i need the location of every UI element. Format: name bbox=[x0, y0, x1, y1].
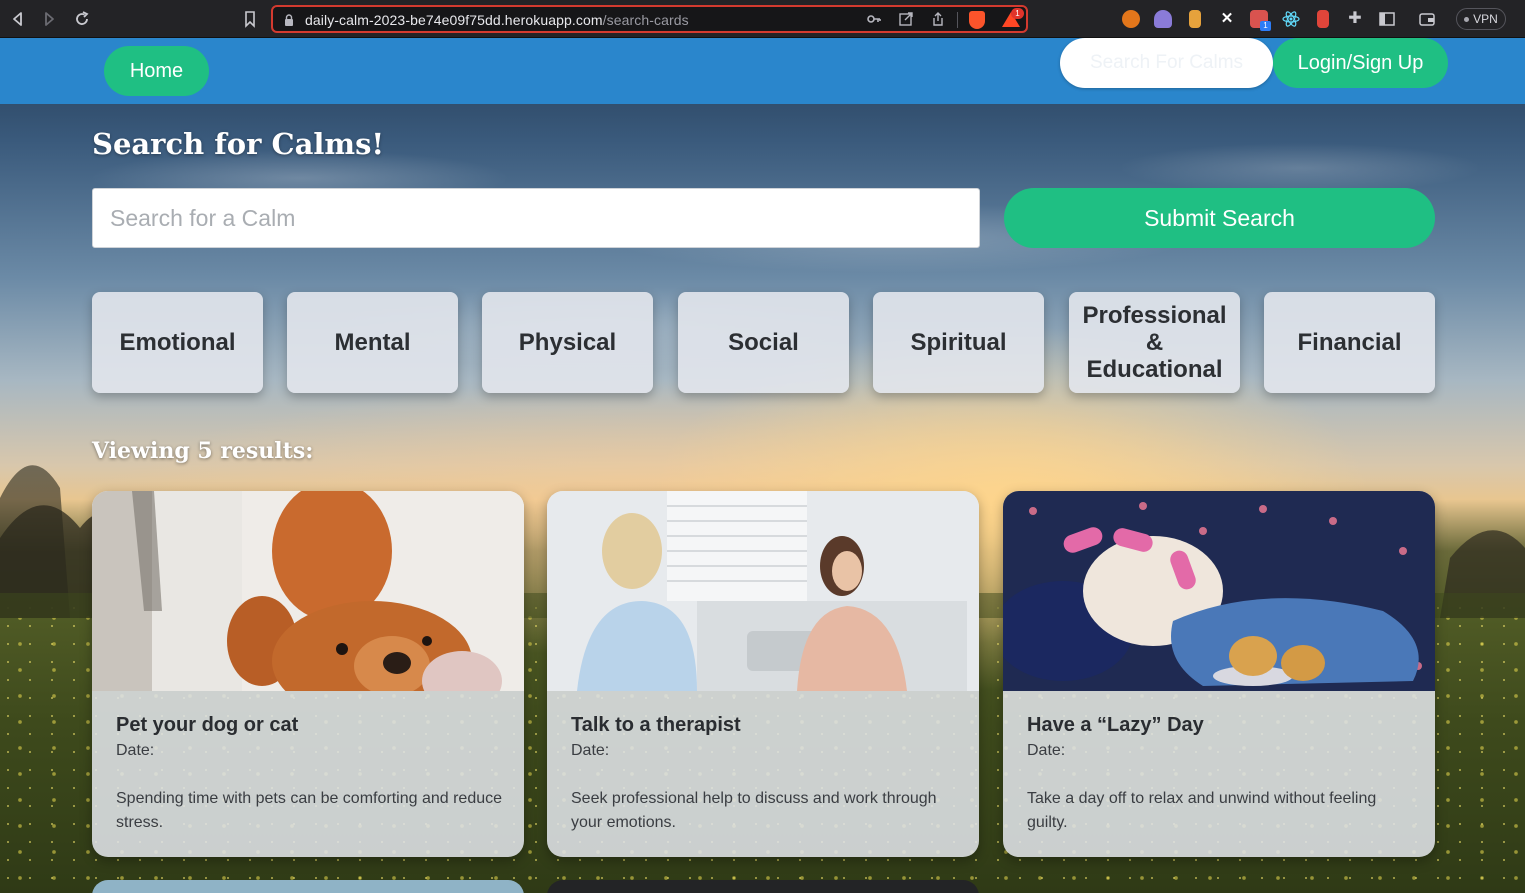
category-spiritual[interactable]: Spiritual bbox=[873, 292, 1044, 393]
url-text: daily-calm-2023-be74e09f75dd.herokuapp.c… bbox=[305, 12, 689, 28]
extensions-puzzle-icon[interactable]: ✚ bbox=[1346, 10, 1364, 28]
search-calms-nav-button[interactable]: Search For Calms bbox=[1060, 38, 1273, 88]
card-description: Seek professional help to discuss and wo… bbox=[571, 790, 937, 831]
address-bar[interactable]: daily-calm-2023-be74e09f75dd.herokuapp.c… bbox=[271, 5, 1028, 33]
url-host: daily-calm-2023-be74e09f75dd.herokuapp.c… bbox=[305, 12, 603, 28]
category-social[interactable]: Social bbox=[678, 292, 849, 393]
react-devtools-icon[interactable] bbox=[1282, 10, 1300, 28]
calm-card[interactable]: Have a “Lazy” Day Date: Take a day off t… bbox=[1003, 491, 1435, 857]
calm-card[interactable]: Pet your dog or cat Date: Spending time … bbox=[92, 491, 524, 857]
card-date: Date: bbox=[116, 742, 155, 759]
card-date: Date: bbox=[1027, 742, 1066, 759]
category-financial[interactable]: Financial bbox=[1264, 292, 1435, 393]
card-date: Date: bbox=[571, 742, 610, 759]
submit-search-button[interactable]: Submit Search bbox=[1004, 188, 1435, 248]
extension-icon[interactable] bbox=[1189, 10, 1201, 28]
category-professional-educational[interactable]: Professional & Educational bbox=[1069, 292, 1240, 393]
category-emotional[interactable]: Emotional bbox=[92, 292, 263, 393]
card-title: Have a “Lazy” Day bbox=[1027, 714, 1204, 736]
home-button[interactable]: Home bbox=[104, 46, 209, 96]
back-icon[interactable] bbox=[8, 9, 28, 29]
bulldog-in-curlers-image bbox=[1003, 491, 1435, 691]
calm-card[interactable] bbox=[92, 880, 524, 893]
key-icon[interactable] bbox=[865, 11, 883, 29]
open-external-icon[interactable] bbox=[897, 11, 915, 29]
forward-icon[interactable] bbox=[39, 9, 59, 29]
card-body: Talk to a therapist Date: Seek professio… bbox=[571, 713, 961, 835]
card-body: Have a “Lazy” Day Date: Take a day off t… bbox=[1027, 713, 1417, 835]
reload-icon[interactable] bbox=[72, 9, 92, 29]
metamask-icon[interactable] bbox=[1122, 10, 1140, 28]
bookmark-icon[interactable] bbox=[240, 9, 260, 29]
search-input[interactable] bbox=[92, 188, 980, 248]
site-navbar: Home Search For Calms Login/Sign Up bbox=[0, 38, 1525, 104]
results-count-label: Viewing 5 results: bbox=[92, 438, 314, 464]
extension-badge: 1 bbox=[1260, 21, 1271, 31]
therapy-session-image bbox=[547, 491, 979, 691]
browser-toolbar: daily-calm-2023-be74e09f75dd.herokuapp.c… bbox=[0, 0, 1525, 38]
card-description: Spending time with pets can be comfortin… bbox=[116, 790, 503, 831]
rewards-badge: 1 bbox=[1011, 8, 1024, 19]
card-title: Talk to a therapist bbox=[571, 714, 741, 736]
golden-retriever-image bbox=[92, 491, 524, 691]
login-signup-button[interactable]: Login/Sign Up bbox=[1273, 38, 1448, 88]
calm-card[interactable] bbox=[547, 880, 979, 893]
page-title: Search for Calms! bbox=[92, 127, 385, 161]
vpn-label: VPN bbox=[1473, 12, 1498, 26]
card-title: Pet your dog or cat bbox=[116, 714, 299, 736]
vpn-button[interactable]: VPN bbox=[1456, 8, 1506, 30]
category-physical[interactable]: Physical bbox=[482, 292, 653, 393]
card-description: Take a day off to relax and unwind witho… bbox=[1027, 790, 1377, 831]
share-icon[interactable] bbox=[929, 11, 947, 29]
category-mental[interactable]: Mental bbox=[287, 292, 458, 393]
url-path: /search-cards bbox=[602, 12, 689, 28]
category-filter-row: Emotional Mental Physical Social Spiritu… bbox=[92, 292, 1435, 393]
brave-shield-icon[interactable] bbox=[969, 11, 985, 29]
lock-icon bbox=[284, 13, 294, 26]
wallet-icon[interactable] bbox=[1418, 10, 1436, 28]
extension-icon[interactable] bbox=[1317, 10, 1329, 28]
divider bbox=[957, 12, 958, 28]
sidebar-icon[interactable] bbox=[1378, 10, 1396, 28]
page-content: Home Search For Calms Login/Sign Up Sear… bbox=[0, 38, 1525, 893]
calm-card[interactable]: Talk to a therapist Date: Seek professio… bbox=[547, 491, 979, 857]
ghost-extension-icon[interactable] bbox=[1154, 10, 1172, 28]
card-body: Pet your dog or cat Date: Spending time … bbox=[116, 713, 506, 835]
x-extension-icon[interactable]: ✕ bbox=[1218, 10, 1236, 28]
vpn-status-icon bbox=[1464, 17, 1470, 23]
